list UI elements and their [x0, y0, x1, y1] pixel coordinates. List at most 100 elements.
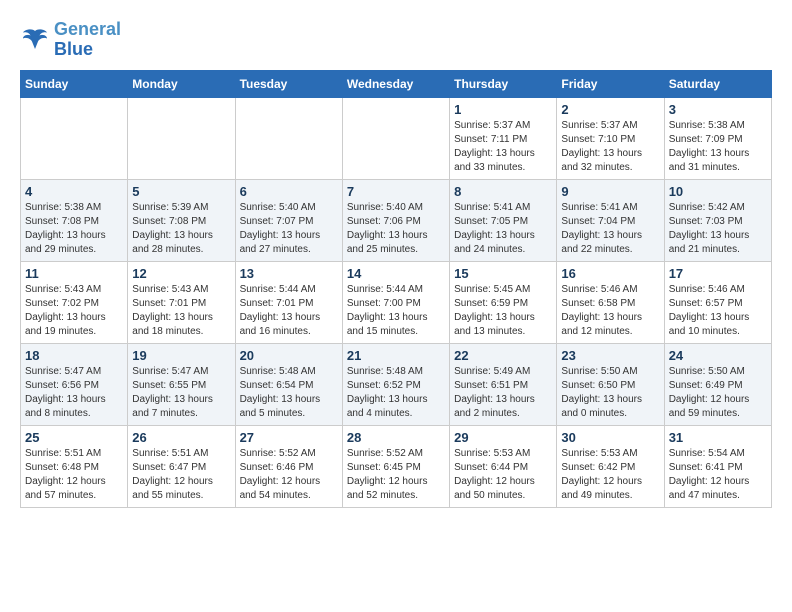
cell-info-text: Sunrise: 5:46 AM Sunset: 6:57 PM Dayligh… — [669, 283, 767, 339]
calendar-cell — [235, 97, 342, 179]
cell-info-text: Sunrise: 5:45 AM Sunset: 6:59 PM Dayligh… — [454, 283, 552, 339]
cell-day-number: 21 — [347, 348, 445, 363]
cell-day-number: 23 — [561, 348, 659, 363]
cell-info-text: Sunrise: 5:40 AM Sunset: 7:06 PM Dayligh… — [347, 201, 445, 257]
cell-info-text: Sunrise: 5:44 AM Sunset: 7:00 PM Dayligh… — [347, 283, 445, 339]
calendar-cell: 16 Sunrise: 5:46 AM Sunset: 6:58 PM Dayli… — [557, 261, 664, 343]
calendar-header-row: SundayMondayTuesdayWednesdayThursdayFrid… — [21, 70, 772, 97]
day-of-week-header: Sunday — [21, 70, 128, 97]
day-of-week-header: Wednesday — [342, 70, 449, 97]
calendar-cell — [128, 97, 235, 179]
cell-info-text: Sunrise: 5:48 AM Sunset: 6:52 PM Dayligh… — [347, 365, 445, 421]
cell-info-text: Sunrise: 5:37 AM Sunset: 7:10 PM Dayligh… — [561, 119, 659, 175]
page-header: General Blue — [20, 20, 772, 60]
cell-day-number: 25 — [25, 430, 123, 445]
logo: General Blue — [20, 20, 121, 60]
cell-day-number: 2 — [561, 102, 659, 117]
cell-info-text: Sunrise: 5:48 AM Sunset: 6:54 PM Dayligh… — [240, 365, 338, 421]
cell-day-number: 13 — [240, 266, 338, 281]
calendar-cell: 12 Sunrise: 5:43 AM Sunset: 7:01 PM Dayli… — [128, 261, 235, 343]
cell-info-text: Sunrise: 5:50 AM Sunset: 6:50 PM Dayligh… — [561, 365, 659, 421]
cell-info-text: Sunrise: 5:53 AM Sunset: 6:44 PM Dayligh… — [454, 447, 552, 503]
cell-day-number: 17 — [669, 266, 767, 281]
cell-day-number: 24 — [669, 348, 767, 363]
calendar-cell: 4Sunrise: 5:38 AM Sunset: 7:08 PM Daylig… — [21, 179, 128, 261]
cell-info-text: Sunrise: 5:49 AM Sunset: 6:51 PM Dayligh… — [454, 365, 552, 421]
cell-info-text: Sunrise: 5:54 AM Sunset: 6:41 PM Dayligh… — [669, 447, 767, 503]
cell-info-text: Sunrise: 5:47 AM Sunset: 6:55 PM Dayligh… — [132, 365, 230, 421]
calendar-cell — [342, 97, 449, 179]
cell-day-number: 18 — [25, 348, 123, 363]
cell-info-text: Sunrise: 5:37 AM Sunset: 7:11 PM Dayligh… — [454, 119, 552, 175]
calendar-table: SundayMondayTuesdayWednesdayThursdayFrid… — [20, 70, 772, 508]
cell-info-text: Sunrise: 5:43 AM Sunset: 7:01 PM Dayligh… — [132, 283, 230, 339]
cell-day-number: 30 — [561, 430, 659, 445]
cell-day-number: 11 — [25, 266, 123, 281]
day-of-week-header: Tuesday — [235, 70, 342, 97]
calendar-cell: 5 Sunrise: 5:39 AM Sunset: 7:08 PM Daylig… — [128, 179, 235, 261]
cell-info-text: Sunrise: 5:44 AM Sunset: 7:01 PM Dayligh… — [240, 283, 338, 339]
cell-day-number: 6 — [240, 184, 338, 199]
cell-info-text: Sunrise: 5:46 AM Sunset: 6:58 PM Dayligh… — [561, 283, 659, 339]
cell-day-number: 1 — [454, 102, 552, 117]
cell-day-number: 3 — [669, 102, 767, 117]
cell-day-number: 29 — [454, 430, 552, 445]
logo-bird-icon — [20, 25, 50, 55]
calendar-cell: 17 Sunrise: 5:46 AM Sunset: 6:57 PM Dayli… — [664, 261, 771, 343]
calendar-cell: 9 Sunrise: 5:41 AM Sunset: 7:04 PM Daylig… — [557, 179, 664, 261]
cell-info-text: Sunrise: 5:41 AM Sunset: 7:04 PM Dayligh… — [561, 201, 659, 257]
calendar-week-row: 1 Sunrise: 5:37 AM Sunset: 7:11 PM Daylig… — [21, 97, 772, 179]
calendar-cell: 28 Sunrise: 5:52 AM Sunset: 6:45 PM Dayli… — [342, 425, 449, 507]
calendar-cell: 20 Sunrise: 5:48 AM Sunset: 6:54 PM Dayli… — [235, 343, 342, 425]
calendar-cell: 23 Sunrise: 5:50 AM Sunset: 6:50 PM Dayli… — [557, 343, 664, 425]
cell-info-text: Sunrise: 5:52 AM Sunset: 6:46 PM Dayligh… — [240, 447, 338, 503]
cell-day-number: 31 — [669, 430, 767, 445]
cell-day-number: 12 — [132, 266, 230, 281]
calendar-cell: 8Sunrise: 5:41 AM Sunset: 7:05 PM Daylig… — [450, 179, 557, 261]
day-of-week-header: Friday — [557, 70, 664, 97]
calendar-cell: 15 Sunrise: 5:45 AM Sunset: 6:59 PM Dayli… — [450, 261, 557, 343]
day-of-week-header: Saturday — [664, 70, 771, 97]
cell-info-text: Sunrise: 5:51 AM Sunset: 6:48 PM Dayligh… — [25, 447, 123, 503]
cell-day-number: 27 — [240, 430, 338, 445]
calendar-cell: 26 Sunrise: 5:51 AM Sunset: 6:47 PM Dayli… — [128, 425, 235, 507]
cell-day-number: 26 — [132, 430, 230, 445]
cell-info-text: Sunrise: 5:53 AM Sunset: 6:42 PM Dayligh… — [561, 447, 659, 503]
cell-info-text: Sunrise: 5:40 AM Sunset: 7:07 PM Dayligh… — [240, 201, 338, 257]
cell-day-number: 7 — [347, 184, 445, 199]
calendar-cell: 11 Sunrise: 5:43 AM Sunset: 7:02 PM Dayli… — [21, 261, 128, 343]
calendar-cell: 7 Sunrise: 5:40 AM Sunset: 7:06 PM Daylig… — [342, 179, 449, 261]
calendar-cell: 2 Sunrise: 5:37 AM Sunset: 7:10 PM Daylig… — [557, 97, 664, 179]
cell-info-text: Sunrise: 5:42 AM Sunset: 7:03 PM Dayligh… — [669, 201, 767, 257]
calendar-cell: 6 Sunrise: 5:40 AM Sunset: 7:07 PM Daylig… — [235, 179, 342, 261]
cell-day-number: 20 — [240, 348, 338, 363]
calendar-cell: 27 Sunrise: 5:52 AM Sunset: 6:46 PM Dayli… — [235, 425, 342, 507]
cell-info-text: Sunrise: 5:38 AM Sunset: 7:09 PM Dayligh… — [669, 119, 767, 175]
cell-info-text: Sunrise: 5:50 AM Sunset: 6:49 PM Dayligh… — [669, 365, 767, 421]
cell-day-number: 19 — [132, 348, 230, 363]
calendar-week-row: 4Sunrise: 5:38 AM Sunset: 7:08 PM Daylig… — [21, 179, 772, 261]
calendar-cell: 29 Sunrise: 5:53 AM Sunset: 6:44 PM Dayli… — [450, 425, 557, 507]
calendar-cell: 13 Sunrise: 5:44 AM Sunset: 7:01 PM Dayli… — [235, 261, 342, 343]
calendar-cell: 24 Sunrise: 5:50 AM Sunset: 6:49 PM Dayli… — [664, 343, 771, 425]
cell-day-number: 16 — [561, 266, 659, 281]
calendar-cell: 10 Sunrise: 5:42 AM Sunset: 7:03 PM Dayli… — [664, 179, 771, 261]
cell-info-text: Sunrise: 5:39 AM Sunset: 7:08 PM Dayligh… — [132, 201, 230, 257]
calendar-cell: 31 Sunrise: 5:54 AM Sunset: 6:41 PM Dayli… — [664, 425, 771, 507]
cell-info-text: Sunrise: 5:43 AM Sunset: 7:02 PM Dayligh… — [25, 283, 123, 339]
cell-day-number: 14 — [347, 266, 445, 281]
calendar-cell: 21 Sunrise: 5:48 AM Sunset: 6:52 PM Dayli… — [342, 343, 449, 425]
cell-day-number: 5 — [132, 184, 230, 199]
cell-info-text: Sunrise: 5:51 AM Sunset: 6:47 PM Dayligh… — [132, 447, 230, 503]
cell-day-number: 9 — [561, 184, 659, 199]
cell-day-number: 15 — [454, 266, 552, 281]
calendar-week-row: 18Sunrise: 5:47 AM Sunset: 6:56 PM Dayli… — [21, 343, 772, 425]
cell-day-number: 10 — [669, 184, 767, 199]
logo-text: General Blue — [54, 20, 121, 60]
calendar-cell: 19 Sunrise: 5:47 AM Sunset: 6:55 PM Dayli… — [128, 343, 235, 425]
calendar-week-row: 11 Sunrise: 5:43 AM Sunset: 7:02 PM Dayli… — [21, 261, 772, 343]
calendar-cell: 30 Sunrise: 5:53 AM Sunset: 6:42 PM Dayli… — [557, 425, 664, 507]
cell-day-number: 28 — [347, 430, 445, 445]
calendar-cell: 3 Sunrise: 5:38 AM Sunset: 7:09 PM Daylig… — [664, 97, 771, 179]
cell-info-text: Sunrise: 5:52 AM Sunset: 6:45 PM Dayligh… — [347, 447, 445, 503]
